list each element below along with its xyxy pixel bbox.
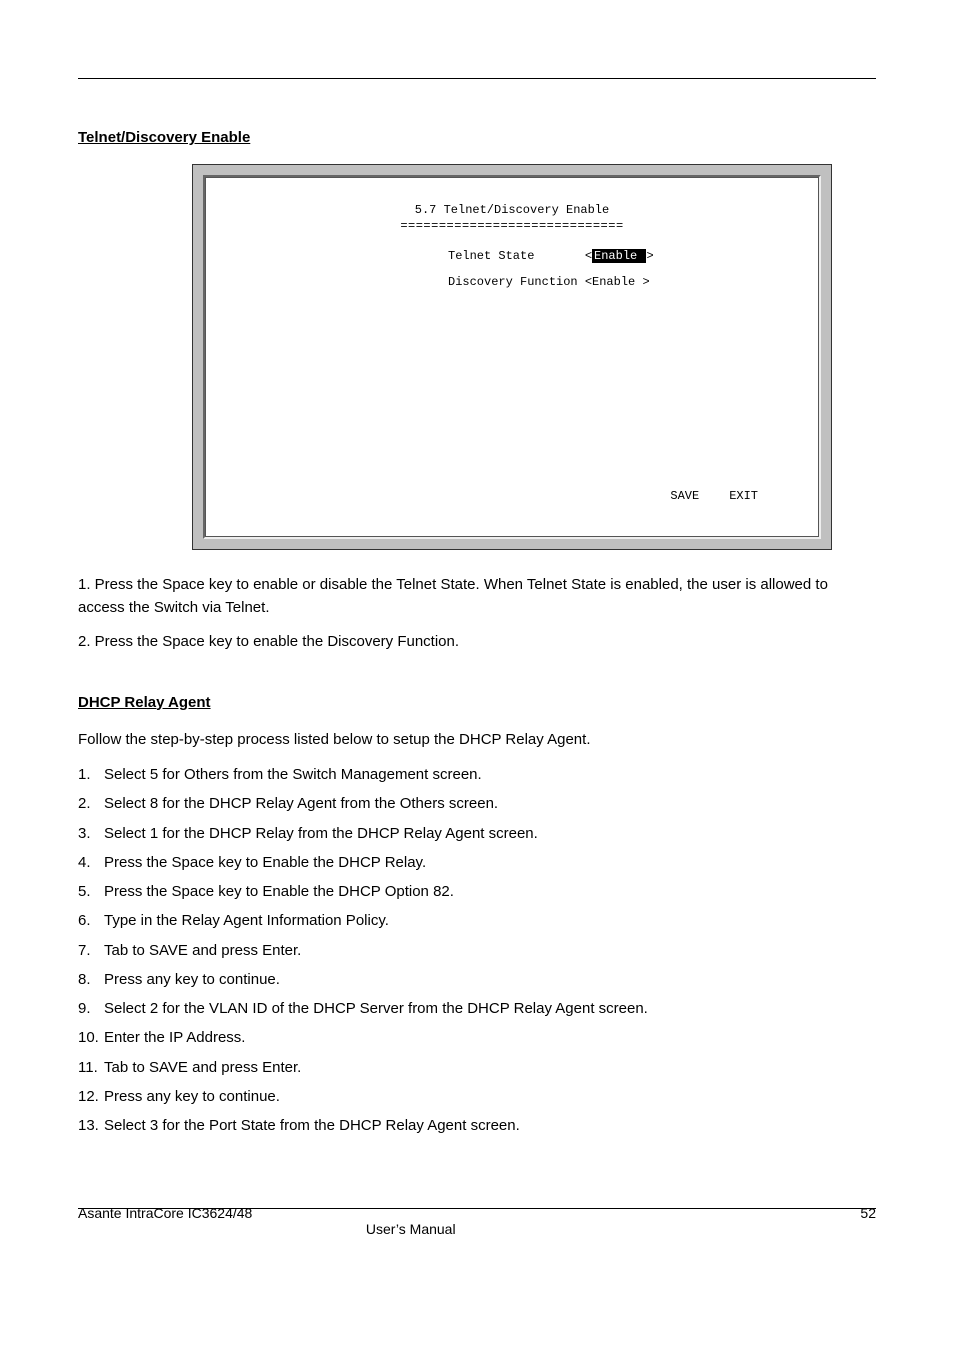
step-12: 12.Press any key to continue. <box>78 1085 876 1108</box>
step-7: 7.Tab to SAVE and press Enter. <box>78 939 876 962</box>
footer-page-number: 52 <box>860 1205 876 1237</box>
dhcp-intro: Follow the step-by-step process listed b… <box>78 729 876 752</box>
step-9: 9.Select 2 for the VLAN ID of the DHCP S… <box>78 997 876 1020</box>
step-3: 3.Select 1 for the DHCP Relay from the D… <box>78 822 876 845</box>
terminal-divider: ============================= <box>226 218 798 234</box>
terminal-actions: SAVE EXIT <box>568 472 758 520</box>
telnet-state-label: Telnet State <box>448 249 534 263</box>
step-11: 11.Tab to SAVE and press Enter. <box>78 1056 876 1079</box>
discovery-function-value[interactable]: Enable <box>592 275 642 289</box>
discovery-function-row: Discovery Function <Enable > <box>226 274 798 290</box>
instruction-1: 1. Press the Space key to enable or disa… <box>78 574 876 619</box>
page-footer: Asante IntraCore IC3624/48 <box>78 1205 876 1237</box>
terminal-title: 5.7 Telnet/Discovery Enable <box>226 202 798 218</box>
telnet-state-row: Telnet State <Enable > <box>226 248 798 264</box>
step-1: 1.Select 5 for Others from the Switch Ma… <box>78 763 876 786</box>
step-13: 13.Select 3 for the Port State from the … <box>78 1114 876 1137</box>
section-heading-dhcp: DHCP Relay Agent <box>78 694 876 711</box>
top-rule <box>78 78 876 79</box>
telnet-state-value[interactable]: Enable <box>592 249 646 263</box>
step-8: 8.Press any key to continue. <box>78 968 876 991</box>
discovery-function-label: Discovery Function <box>448 275 578 289</box>
exit-button[interactable]: EXIT <box>729 489 758 503</box>
step-6: 6.Type in the Relay Agent Information Po… <box>78 909 876 932</box>
step-4: 4.Press the Space key to Enable the DHCP… <box>78 851 876 874</box>
section-heading-telnet: Telnet/Discovery Enable <box>78 129 876 146</box>
footer-left: Asante IntraCore IC3624/48 <box>78 1205 860 1237</box>
step-10: 10.Enter the IP Address. <box>78 1026 876 1049</box>
step-2: 2.Select 8 for the DHCP Relay Agent from… <box>78 792 876 815</box>
instruction-2: 2. Press the Space key to enable the Dis… <box>78 631 876 654</box>
terminal-window: 5.7 Telnet/Discovery Enable ============… <box>192 164 832 550</box>
save-button[interactable]: SAVE <box>670 489 699 503</box>
step-5: 5.Press the Space key to Enable the DHCP… <box>78 880 876 903</box>
